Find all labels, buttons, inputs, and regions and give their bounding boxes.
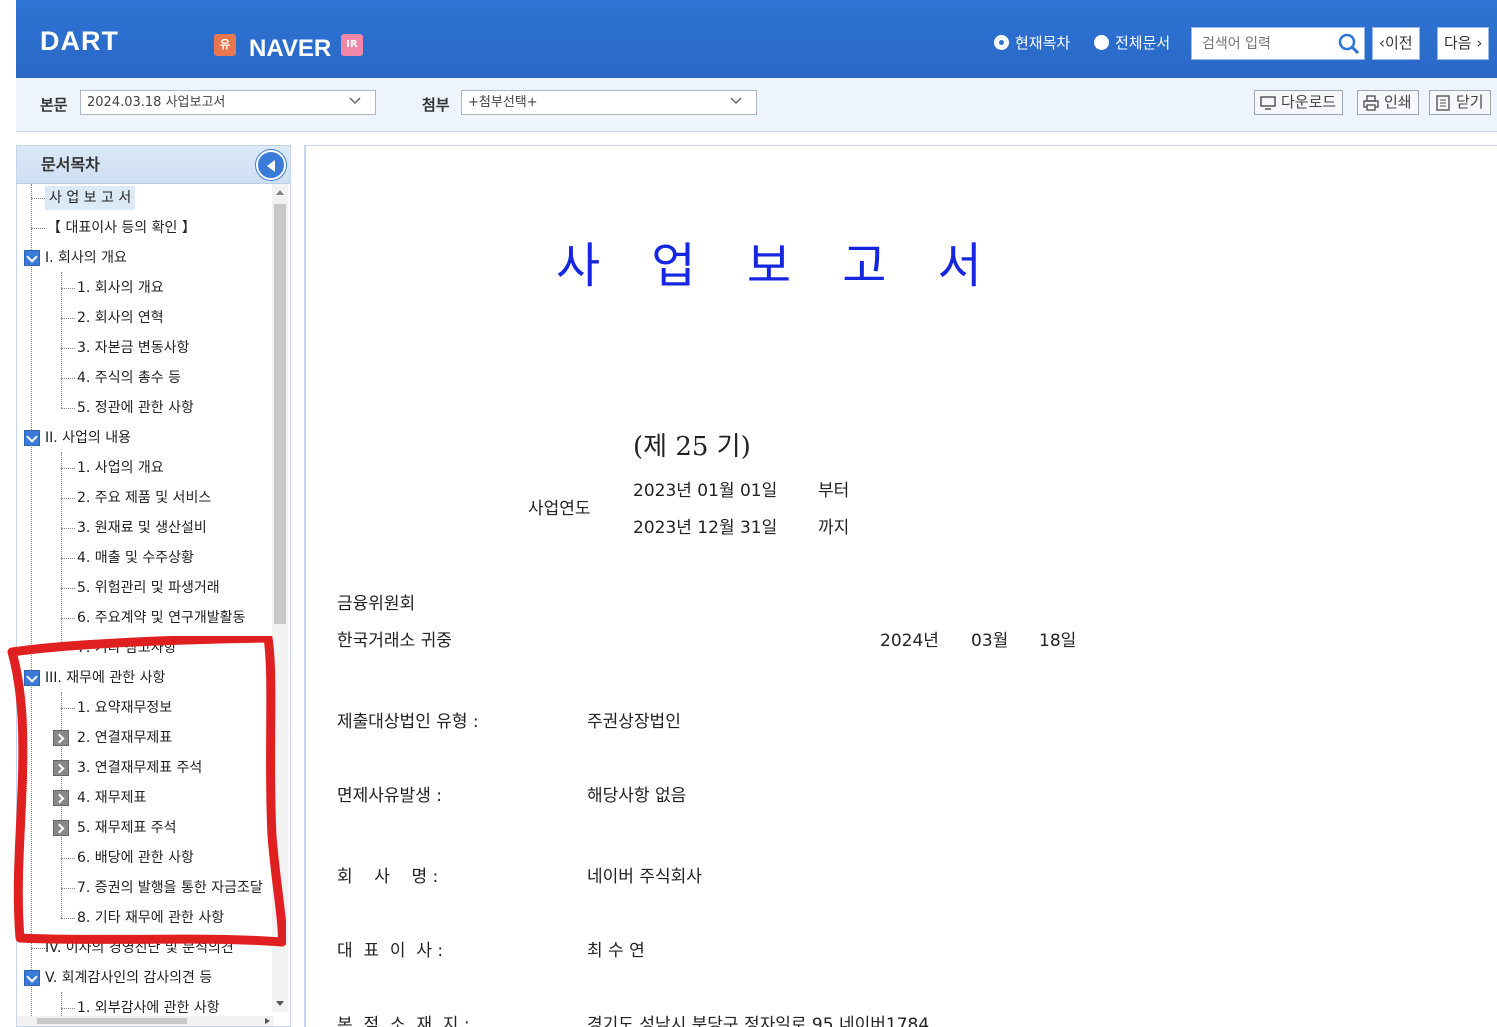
radio-icon[interactable] bbox=[1094, 35, 1109, 50]
close-label: 닫기 bbox=[1456, 93, 1484, 111]
search-box bbox=[1191, 27, 1365, 60]
submit-month: 03월 bbox=[971, 631, 1009, 651]
prev-label: 이전 bbox=[1385, 34, 1413, 52]
row-value: 경기도 성남시 분당구 정자일로 95 네이버1784 bbox=[587, 1015, 930, 1027]
badge-yu[interactable]: 유 bbox=[214, 34, 236, 56]
download-label: 다운로드 bbox=[1281, 93, 1337, 111]
radio-current-label: 현재목차 bbox=[1015, 34, 1071, 52]
row-value: 주권상장법인 bbox=[587, 712, 681, 732]
download-button[interactable]: 다운로드 bbox=[1254, 90, 1344, 115]
radio-all-label: 전체문서 bbox=[1115, 34, 1171, 52]
monitor-icon bbox=[1260, 96, 1276, 110]
toc-item[interactable]: 3. 자본금 변동사항 bbox=[77, 336, 189, 360]
toc-item[interactable]: 【 대표이사 등의 확인 】 bbox=[47, 216, 196, 240]
toc-item[interactable]: 1. 회사의 개요 bbox=[77, 276, 164, 300]
collapse-sidebar-button[interactable] bbox=[256, 150, 286, 180]
scroll-thumb[interactable] bbox=[37, 1018, 187, 1024]
scroll-up-icon[interactable] bbox=[276, 190, 284, 195]
collapse-toggle-icon[interactable] bbox=[24, 250, 40, 266]
row-label: 회 사 명 : bbox=[337, 867, 439, 887]
row-value: 네이버 주식회사 bbox=[587, 867, 702, 887]
toc-item[interactable]: 5. 위험관리 및 파생거래 bbox=[77, 576, 220, 600]
chevron-right-icon: › bbox=[1471, 34, 1483, 52]
from-suffix: 부터 bbox=[818, 481, 850, 501]
toc-item[interactable]: 4. 주식의 총수 등 bbox=[77, 366, 181, 390]
search-input[interactable] bbox=[1192, 28, 1332, 59]
to-suffix: 까지 bbox=[818, 518, 850, 538]
printer-icon bbox=[1363, 95, 1379, 111]
collapse-toggle-icon[interactable] bbox=[24, 430, 40, 446]
toc-item[interactable]: 2. 주요 제품 및 서비스 bbox=[77, 486, 211, 510]
attach-value: +첨부선택+ bbox=[468, 95, 538, 110]
document-title: 사 업 보 고 서 bbox=[556, 238, 1000, 294]
recipient-krx: 한국거래소 귀중 bbox=[337, 631, 452, 651]
scroll-right-icon[interactable] bbox=[265, 1018, 270, 1024]
toc-title: 문서목차 bbox=[41, 155, 100, 174]
attach-label: 첨부 bbox=[422, 96, 450, 114]
row-value: 해당사항 없음 bbox=[587, 786, 687, 806]
submit-year: 2024년 bbox=[880, 631, 939, 651]
from-date: 2023년 01월 01일 bbox=[633, 481, 778, 501]
radio-current-toc[interactable]: 현재목차 bbox=[994, 32, 1070, 53]
print-label: 인쇄 bbox=[1384, 93, 1412, 111]
toc-item[interactable]: V. 회계감사인의 감사의견 등 bbox=[45, 966, 212, 990]
attach-select[interactable]: +첨부선택+ bbox=[461, 90, 757, 115]
search-icon[interactable] bbox=[1338, 33, 1360, 55]
fiscal-period: (제 25 기) bbox=[633, 432, 751, 462]
prev-button[interactable]: ‹이전 bbox=[1372, 27, 1420, 60]
recipient-fsc: 금융위원회 bbox=[337, 594, 416, 614]
toc-item[interactable]: 4. 매출 및 수주상황 bbox=[77, 546, 194, 570]
next-button[interactable]: 다음 › bbox=[1437, 27, 1490, 60]
toc-horizontal-scrollbar[interactable] bbox=[17, 1016, 274, 1026]
logo-text: DART bbox=[40, 26, 119, 56]
toc-item[interactable]: II. 사업의 내용 bbox=[45, 426, 131, 450]
radio-icon[interactable] bbox=[994, 35, 1009, 50]
document-viewer: 사 업 보 고 서 (제 25 기) 사업연도 2023년 01월 01일 부터… bbox=[304, 145, 1497, 1027]
toc-header: 문서목차 bbox=[17, 146, 290, 184]
document-toolbar: 본문 2024.03.18 사업보고서 첨부 +첨부선택+ 다운로드 인쇄 닫기 bbox=[16, 78, 1497, 132]
toc-item[interactable]: 2. 회사의 연혁 bbox=[77, 306, 164, 330]
company-name: NAVER bbox=[249, 35, 332, 62]
document-close-icon bbox=[1436, 95, 1450, 111]
collapse-toggle-icon[interactable] bbox=[24, 970, 40, 986]
fiscal-year-label: 사업연도 bbox=[528, 499, 591, 519]
main-doc-value: 2024.03.18 사업보고서 bbox=[87, 95, 226, 110]
toc-item[interactable]: I. 회사의 개요 bbox=[45, 246, 127, 270]
badge-ir[interactable]: IR bbox=[341, 34, 363, 56]
to-date: 2023년 12월 31일 bbox=[633, 518, 778, 538]
red-highlight-annotation bbox=[7, 636, 286, 947]
main-label: 본문 bbox=[40, 96, 68, 114]
submit-day: 18일 bbox=[1039, 631, 1077, 651]
next-label: 다음 bbox=[1444, 34, 1472, 52]
toc-item[interactable]: 6. 주요계약 및 연구개발활동 bbox=[77, 606, 245, 630]
scroll-thumb[interactable] bbox=[274, 204, 286, 624]
scroll-down-icon[interactable] bbox=[276, 1001, 284, 1006]
dart-logo[interactable]: DART bbox=[40, 26, 119, 57]
row-value: 최 수 연 bbox=[587, 941, 645, 961]
radio-all-docs[interactable]: 전체문서 bbox=[1094, 32, 1170, 53]
toc-item[interactable]: 5. 정관에 관한 사항 bbox=[77, 396, 194, 420]
toc-item[interactable]: 1. 사업의 개요 bbox=[77, 456, 164, 480]
row-label: 면제사유발생 : bbox=[337, 786, 442, 806]
row-label: 대 표 이 사 : bbox=[337, 941, 444, 961]
chevron-down-icon bbox=[349, 97, 361, 105]
print-button[interactable]: 인쇄 bbox=[1357, 90, 1419, 115]
main-doc-select[interactable]: 2024.03.18 사업보고서 bbox=[80, 90, 376, 115]
toc-item[interactable]: 3. 원재료 및 생산설비 bbox=[77, 516, 207, 540]
row-label: 제출대상법인 유형 : bbox=[337, 712, 479, 732]
chevron-down-icon bbox=[730, 97, 742, 105]
top-header: DART 유 NAVER IR 현재목차 전체문서 ‹이전 다음 › bbox=[16, 0, 1497, 78]
toc-item[interactable]: 사 업 보 고 서 bbox=[45, 186, 136, 210]
row-label: 본 점 소 재 지 : bbox=[337, 1015, 470, 1027]
close-button[interactable]: 닫기 bbox=[1429, 90, 1491, 115]
